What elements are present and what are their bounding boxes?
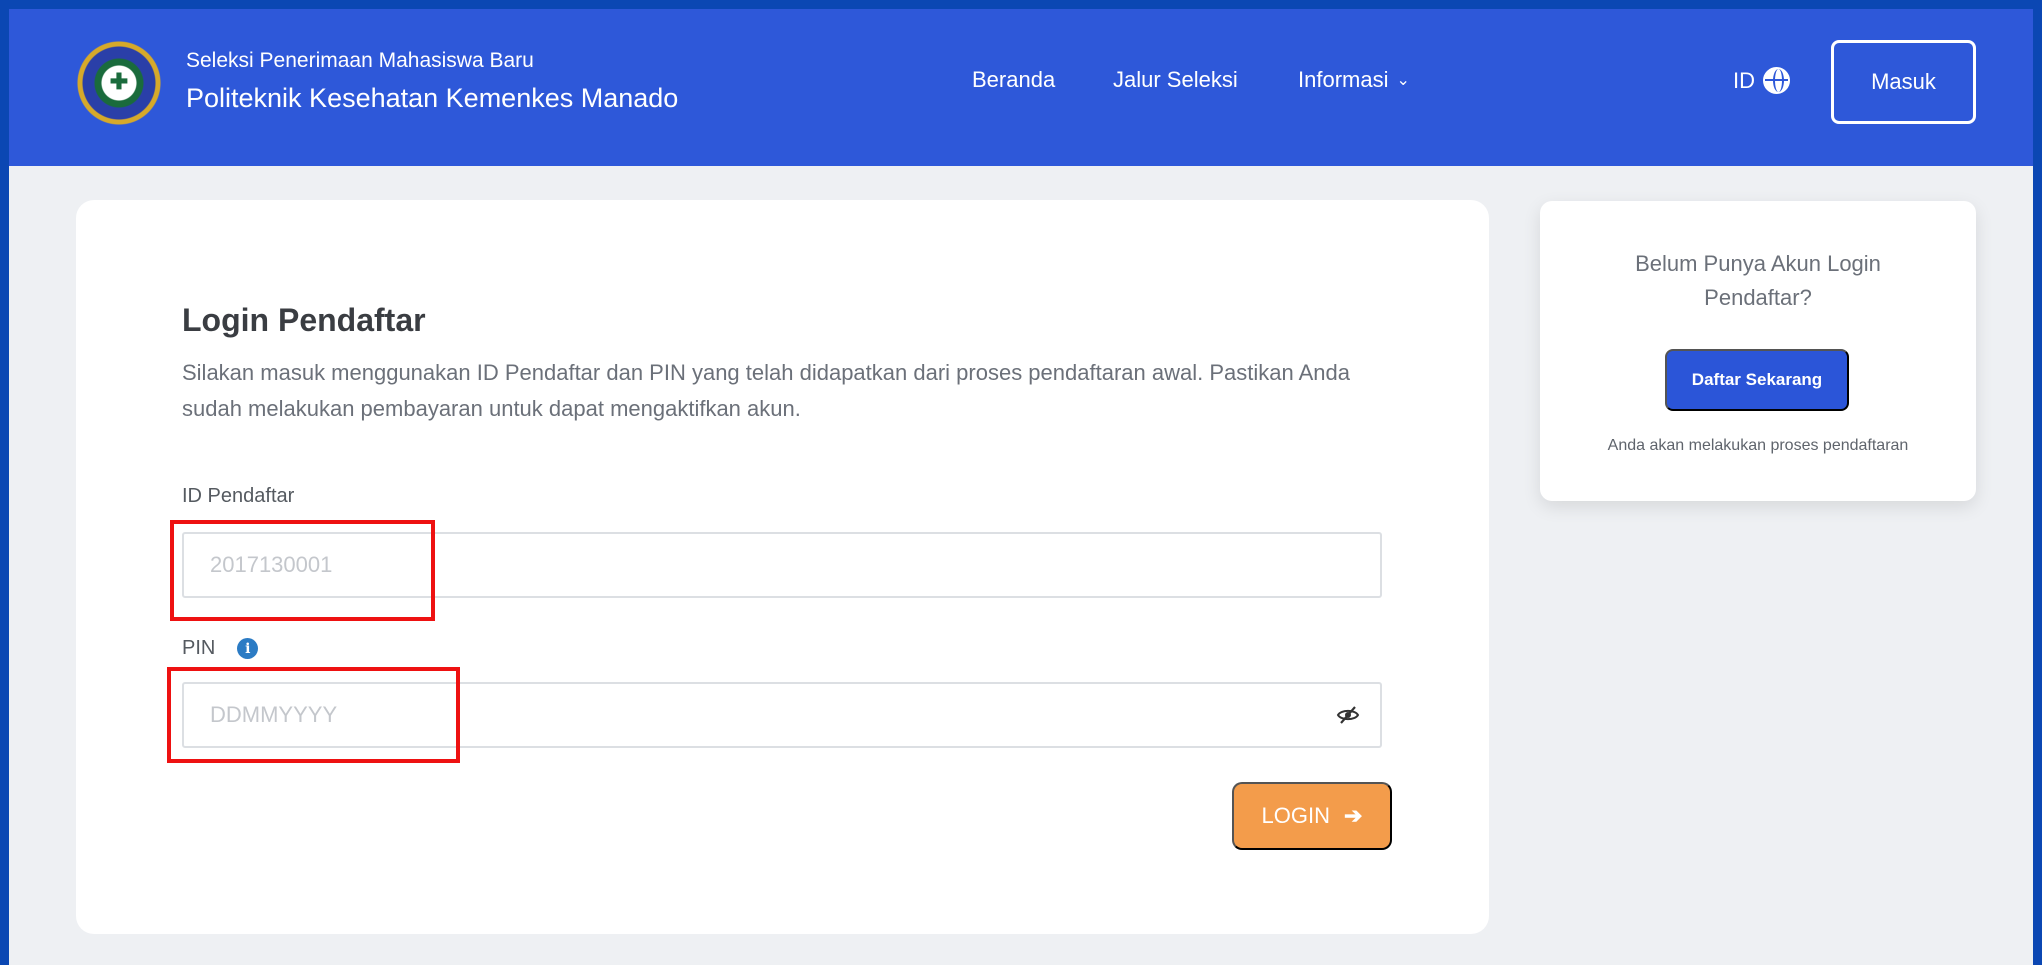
language-switcher[interactable]: ID xyxy=(1733,67,1790,94)
register-card: Belum Punya Akun Login Pendaftar? Daftar… xyxy=(1540,201,1976,501)
toggle-visibility-eye-slash-icon[interactable] xyxy=(1336,703,1360,727)
daftar-sekarang-button[interactable]: Daftar Sekarang xyxy=(1665,349,1849,411)
arrow-right-icon: ➔ xyxy=(1344,803,1363,828)
id-pendaftar-label: ID Pendaftar xyxy=(182,485,295,507)
login-button[interactable]: LOGIN ➔ xyxy=(1232,782,1392,850)
pin-label-row: PIN i xyxy=(182,637,259,660)
nav-informasi[interactable]: Informasi ⌄ xyxy=(1298,67,1410,93)
info-icon[interactable]: i xyxy=(237,638,259,659)
globe-icon xyxy=(1763,67,1790,94)
register-note: Anda akan melakukan proses pendaftaran xyxy=(1607,437,1909,454)
navbar: ✚ Seleksi Penerimaan Mahasiswa Baru Poli… xyxy=(9,9,2033,166)
login-description: Silakan masuk menggunakan ID Pendaftar d… xyxy=(182,360,1350,421)
brand-title: Politeknik Kesehatan Kemenkes Manado xyxy=(186,83,679,113)
pin-label: PIN xyxy=(182,637,216,659)
brand-subtitle: Seleksi Penerimaan Mahasiswa Baru xyxy=(186,49,534,72)
language-label: ID xyxy=(1733,67,1755,93)
login-card: Login Pendaftar Silakan masuk menggunaka… xyxy=(76,200,1489,934)
id-pendaftar-input[interactable] xyxy=(182,532,1382,598)
institution-logo[interactable]: ✚ xyxy=(76,40,162,126)
masuk-button[interactable]: Masuk xyxy=(1831,40,1976,124)
login-button-label: LOGIN xyxy=(1261,803,1331,828)
nav-beranda[interactable]: Beranda xyxy=(972,67,1055,93)
pin-input[interactable] xyxy=(182,682,1382,748)
register-question: Belum Punya Akun Login Pendaftar? xyxy=(1635,251,1881,310)
page: ✚ Seleksi Penerimaan Mahasiswa Baru Poli… xyxy=(9,9,2033,965)
login-title: Login Pendaftar xyxy=(182,302,426,338)
nav-jalur-seleksi[interactable]: Jalur Seleksi xyxy=(1113,67,1238,93)
logo-emblem-icon: ✚ xyxy=(109,69,129,94)
nav-informasi-label: Informasi xyxy=(1298,67,1389,92)
chevron-down-icon: ⌄ xyxy=(1396,72,1410,89)
